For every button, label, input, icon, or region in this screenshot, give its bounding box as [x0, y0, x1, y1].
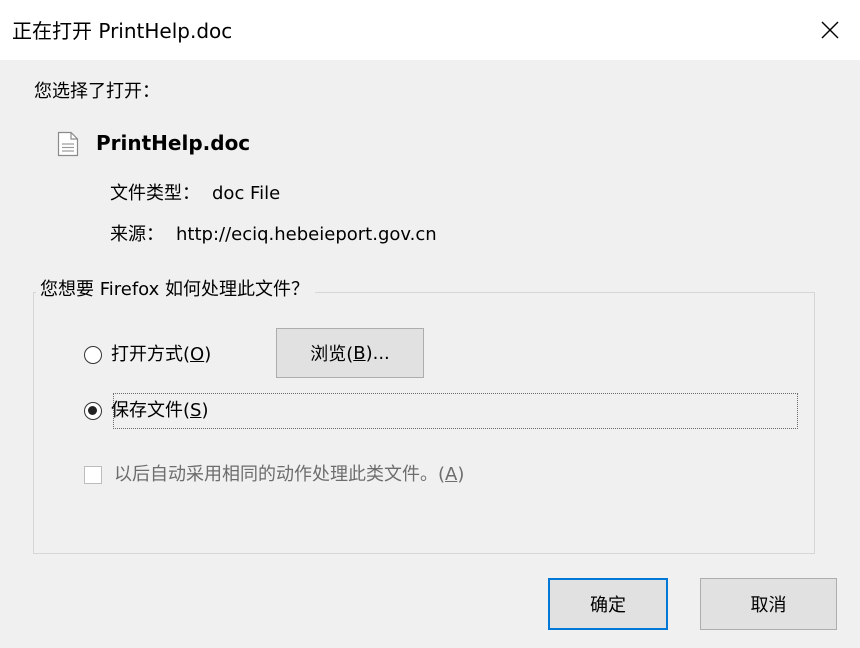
radio-circle-save[interactable] — [84, 402, 102, 420]
source-value: http://eciq.hebeieport.gov.cn — [176, 224, 437, 245]
save-file-label[interactable]: 保存文件(S) — [111, 399, 209, 423]
title-bar: 正在打开 PrintHelp.doc — [0, 0, 860, 60]
cancel-button[interactable]: 取消 — [700, 578, 837, 630]
checkbox-box[interactable] — [84, 466, 102, 484]
save-file-focus-ring — [113, 393, 798, 429]
open-with-label[interactable]: 打开方式(O) — [111, 343, 211, 367]
file-name: PrintHelp.doc — [96, 131, 251, 155]
file-type-label: 文件类型： — [110, 183, 200, 204]
remember-choice-checkbox[interactable]: 以后自动采用相同的动作处理此类文件。(A) — [84, 463, 464, 487]
open-with-radio[interactable]: 打开方式(O) — [84, 343, 211, 367]
file-type-line: 文件类型： doc File — [110, 182, 280, 206]
download-dialog: 正在打开 PrintHelp.doc 您选择了打开： PrintHelp.doc… — [0, 0, 860, 648]
action-group-legend: 您想要 Firefox 如何处理此文件？ — [36, 278, 316, 302]
save-file-radio[interactable]: 保存文件(S) — [84, 399, 209, 423]
close-button[interactable] — [800, 0, 860, 60]
browse-button[interactable]: 浏览(B)... — [276, 328, 424, 378]
source-line: 来源： http://eciq.hebeieport.gov.cn — [110, 223, 437, 247]
file-type-value: doc File — [212, 183, 281, 204]
source-label: 来源： — [110, 224, 164, 245]
radio-circle-open[interactable] — [84, 346, 102, 364]
you-chose-label: 您选择了打开： — [34, 81, 160, 102]
remember-choice-label[interactable]: 以后自动采用相同的动作处理此类文件。(A) — [114, 463, 464, 487]
close-icon — [821, 21, 839, 39]
ok-button[interactable]: 确定 — [548, 578, 668, 630]
window-title: 正在打开 PrintHelp.doc — [12, 19, 233, 43]
document-icon — [57, 131, 79, 157]
